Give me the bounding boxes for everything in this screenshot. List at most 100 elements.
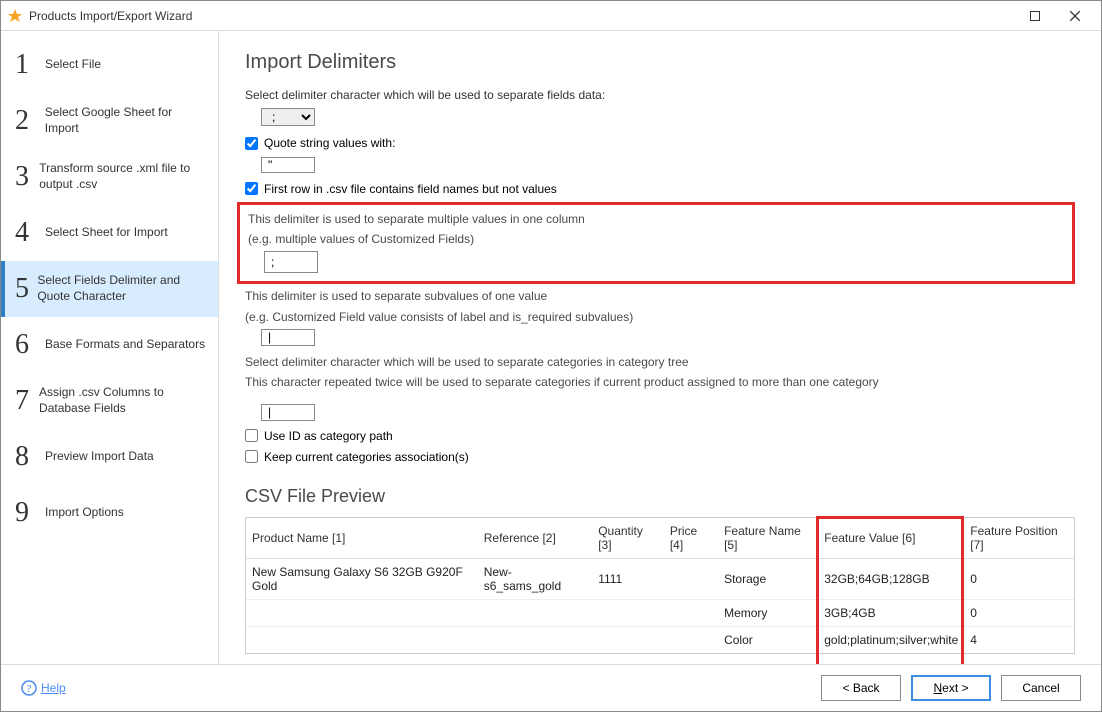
step-label: Select Sheet for Import xyxy=(45,225,168,241)
table-header-row: Product Name [1] Reference [2] Quantity … xyxy=(246,518,1074,559)
step-label: Select File xyxy=(45,57,101,73)
category-note-1: Select delimiter character which will be… xyxy=(245,354,1075,370)
use-id-checkbox[interactable] xyxy=(245,429,258,442)
category-delimiter-input[interactable] xyxy=(261,404,315,421)
category-note-2: This character repeated twice will be us… xyxy=(245,374,1075,390)
cell: New Samsung Galaxy S6 32GB G920F Gold xyxy=(246,559,478,600)
cell: Memory xyxy=(718,600,818,627)
col-header[interactable]: Reference [2] xyxy=(478,518,592,559)
cell: 0 xyxy=(964,600,1074,627)
close-button[interactable] xyxy=(1055,2,1095,30)
step-label: Select Fields Delimiter and Quote Charac… xyxy=(37,273,208,304)
wizard-window: Products Import/Export Wizard 1 Select F… xyxy=(0,0,1102,712)
step-number: 4 xyxy=(15,217,43,249)
step-7[interactable]: 7 Assign .csv Columns to Database Fields xyxy=(1,373,218,429)
step-1[interactable]: 1 Select File xyxy=(1,37,218,93)
step-2[interactable]: 2 Select Google Sheet for Import xyxy=(1,93,218,149)
step-number: 8 xyxy=(15,441,43,473)
cell: New-s6_sams_gold xyxy=(478,559,592,600)
col-header[interactable]: Feature Name [5] xyxy=(718,518,818,559)
cell xyxy=(478,600,592,627)
cancel-button[interactable]: Cancel xyxy=(1001,675,1081,701)
cell xyxy=(664,559,718,600)
multi-value-delimiter-input[interactable] xyxy=(264,251,318,273)
cell xyxy=(246,627,478,654)
main-panel: Import Delimiters Select delimiter chara… xyxy=(219,31,1101,664)
first-row-label: First row in .csv file contains field na… xyxy=(264,182,557,196)
step-label: Assign .csv Columns to Database Fields xyxy=(39,385,208,416)
col-header[interactable]: Quantity [3] xyxy=(592,518,664,559)
col-header[interactable]: Price [4] xyxy=(664,518,718,559)
subvalue-delimiter-input[interactable] xyxy=(261,329,315,346)
step-number: 6 xyxy=(15,329,43,361)
step-number: 9 xyxy=(15,497,43,529)
next-button[interactable]: Next > xyxy=(911,675,991,701)
cell xyxy=(664,627,718,654)
cell: 4 xyxy=(964,627,1074,654)
quote-checkbox[interactable] xyxy=(245,137,258,150)
wizard-footer: ? Help < Back Next > Cancel xyxy=(1,664,1101,711)
help-icon: ? xyxy=(21,680,37,696)
cell: 3GB;4GB xyxy=(818,600,964,627)
step-number: 5 xyxy=(15,273,35,305)
page-title: Import Delimiters xyxy=(245,51,1075,74)
step-4[interactable]: 4 Select Sheet for Import xyxy=(1,205,218,261)
cell: 32GB;64GB;128GB xyxy=(818,559,964,600)
cell xyxy=(664,600,718,627)
window-title: Products Import/Export Wizard xyxy=(29,9,1015,23)
cell xyxy=(592,627,664,654)
svg-text:?: ? xyxy=(27,683,32,695)
step-5[interactable]: 5 Select Fields Delimiter and Quote Char… xyxy=(1,261,218,317)
help-text: Help xyxy=(41,681,66,695)
first-row-checkbox[interactable] xyxy=(245,182,258,195)
use-id-label: Use ID as category path xyxy=(264,429,393,443)
step-6[interactable]: 6 Base Formats and Separators xyxy=(1,317,218,373)
cell: Color xyxy=(718,627,818,654)
subvalue-note-2: (e.g. Customized Field value consists of… xyxy=(245,309,1075,325)
content-area: 1 Select File 2 Select Google Sheet for … xyxy=(1,31,1101,664)
step-8[interactable]: 8 Preview Import Data xyxy=(1,429,218,485)
cell: gold;platinum;silver;white xyxy=(818,627,964,654)
step-number: 7 xyxy=(15,385,37,417)
multi-value-note-2: (e.g. multiple values of Customized Fiel… xyxy=(248,231,1064,247)
step-9[interactable]: 9 Import Options xyxy=(1,485,218,541)
step-label: Preview Import Data xyxy=(45,449,154,465)
step-label: Base Formats and Separators xyxy=(45,337,205,353)
step-label: Transform source .xml file to output .cs… xyxy=(39,161,208,192)
csv-preview-table-wrap: Product Name [1] Reference [2] Quantity … xyxy=(245,517,1075,654)
titlebar: Products Import/Export Wizard xyxy=(1,1,1101,31)
col-header[interactable]: Product Name [1] xyxy=(246,518,478,559)
table-row: New Samsung Galaxy S6 32GB G920F Gold Ne… xyxy=(246,559,1074,600)
cell xyxy=(246,600,478,627)
cell: 1111 xyxy=(592,559,664,600)
multi-value-delimiter-highlight: This delimiter is used to separate multi… xyxy=(237,202,1075,284)
step-number: 1 xyxy=(15,49,43,81)
quote-label: Quote string values with: xyxy=(264,136,395,150)
col-header[interactable]: Feature Position [7] xyxy=(964,518,1074,559)
keep-assoc-label: Keep current categories association(s) xyxy=(264,450,469,464)
col-header-feature-value[interactable]: Feature Value [6] xyxy=(818,518,964,559)
csv-preview-title: CSV File Preview xyxy=(245,486,1075,507)
wizard-steps-sidebar: 1 Select File 2 Select Google Sheet for … xyxy=(1,31,219,664)
app-icon xyxy=(7,8,23,24)
cell xyxy=(592,600,664,627)
table-row: Memory 3GB;4GB 0 xyxy=(246,600,1074,627)
step-label: Select Google Sheet for Import xyxy=(45,105,208,136)
keep-assoc-checkbox[interactable] xyxy=(245,450,258,463)
step-number: 3 xyxy=(15,161,37,193)
multi-value-note-1: This delimiter is used to separate multi… xyxy=(248,211,1064,227)
step-3[interactable]: 3 Transform source .xml file to output .… xyxy=(1,149,218,205)
field-delimiter-select[interactable]: ; xyxy=(261,108,315,126)
quote-char-input[interactable] xyxy=(261,157,315,174)
back-button[interactable]: < Back xyxy=(821,675,901,701)
step-label: Import Options xyxy=(45,505,124,521)
csv-preview-table: Product Name [1] Reference [2] Quantity … xyxy=(246,518,1074,653)
cell xyxy=(478,627,592,654)
window-buttons xyxy=(1015,2,1095,30)
maximize-button[interactable] xyxy=(1015,2,1055,30)
help-link[interactable]: ? Help xyxy=(21,680,66,696)
step-number: 2 xyxy=(15,105,43,137)
subvalue-note-1: This delimiter is used to separate subva… xyxy=(245,288,1075,304)
cell: 0 xyxy=(964,559,1074,600)
table-row: Color gold;platinum;silver;white 4 xyxy=(246,627,1074,654)
